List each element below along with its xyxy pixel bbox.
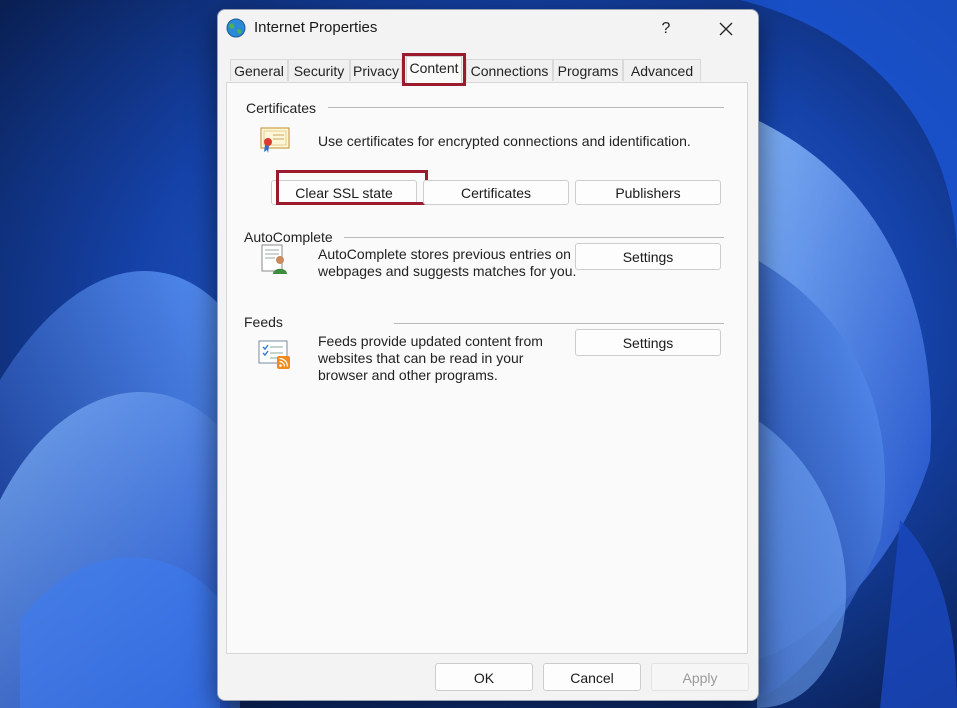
globe-icon [226, 18, 246, 38]
certificates-button[interactable]: Certificates [423, 180, 569, 205]
tab-privacy[interactable]: Privacy [350, 59, 402, 81]
help-button[interactable]: ? [646, 16, 686, 42]
tab-security[interactable]: Security [288, 59, 350, 81]
feeds-heading: Feeds [244, 314, 283, 330]
tab-strip: General Security Privacy Content Connect… [228, 56, 748, 83]
apply-button[interactable]: Apply [651, 663, 749, 691]
window-title: Internet Properties [254, 19, 378, 36]
title-bar[interactable]: Internet Properties ? [218, 10, 758, 48]
autocomplete-description: AutoComplete stores previous entries on … [318, 246, 577, 279]
tab-advanced[interactable]: Advanced [623, 59, 701, 81]
tab-connections[interactable]: Connections [466, 59, 553, 81]
internet-properties-dialog: Internet Properties ? General Security P… [217, 9, 759, 701]
feeds-settings-button[interactable]: Settings [575, 329, 721, 356]
content-tab-panel: Certificates Use certificates for encryp… [226, 82, 748, 654]
clear-ssl-state-button[interactable]: Clear SSL state [271, 180, 417, 205]
autocomplete-settings-button[interactable]: Settings [575, 243, 721, 270]
autocomplete-user-icon [259, 243, 291, 280]
feeds-divider [394, 323, 724, 324]
tab-programs[interactable]: Programs [553, 59, 623, 81]
close-icon [719, 22, 733, 36]
tab-general[interactable]: General [230, 59, 288, 81]
certificates-description: Use certificates for encrypted connectio… [318, 133, 691, 149]
cancel-button[interactable]: Cancel [543, 663, 641, 691]
ok-button[interactable]: OK [435, 663, 533, 691]
publishers-button[interactable]: Publishers [575, 180, 721, 205]
certificates-divider [328, 107, 724, 108]
close-button[interactable] [704, 16, 748, 42]
feeds-rss-icon [257, 339, 293, 376]
certificate-icon [259, 125, 291, 160]
tab-content[interactable]: Content [406, 56, 462, 83]
autocomplete-divider [344, 237, 724, 238]
certificates-heading: Certificates [246, 100, 317, 116]
feeds-description: Feeds provide updated content from websi… [318, 333, 543, 383]
